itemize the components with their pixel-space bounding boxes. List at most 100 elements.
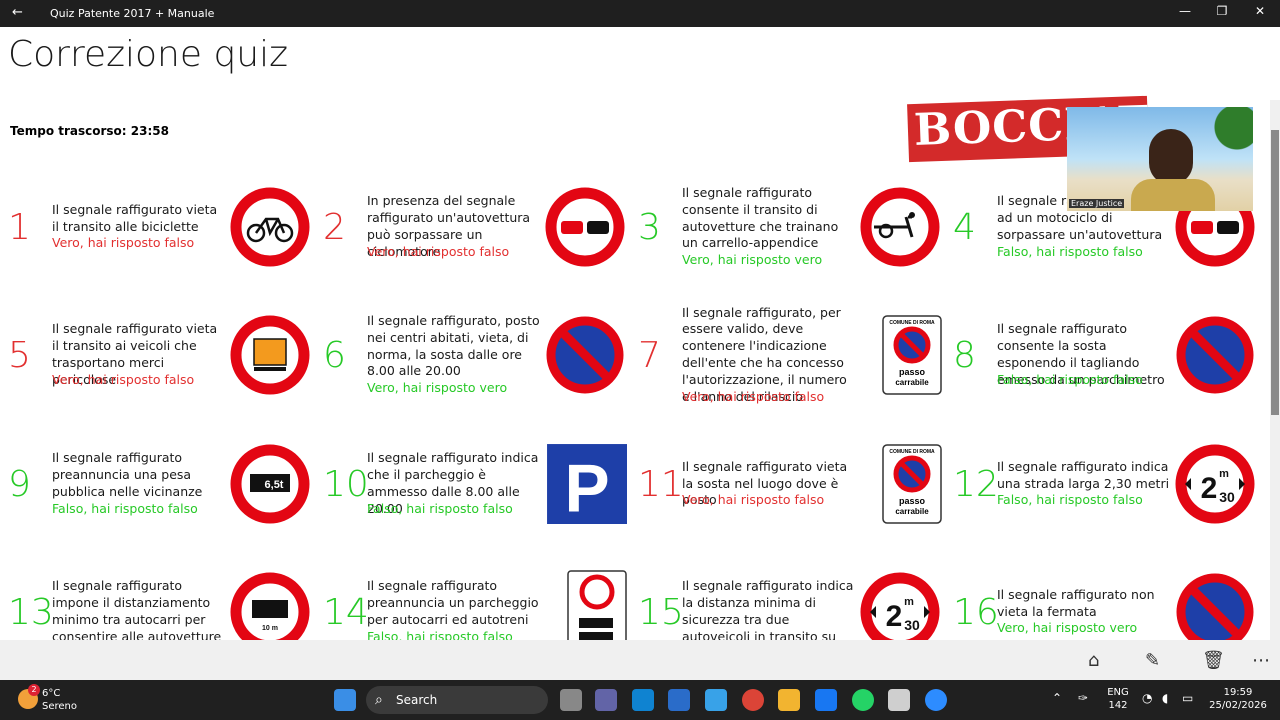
question-number: 15	[638, 592, 684, 633]
store-icon[interactable]	[668, 689, 690, 711]
sign-text: 2	[886, 600, 903, 633]
video-name-label: Eraze Justice	[1069, 199, 1125, 208]
sign-text: 30	[1219, 489, 1235, 505]
elapsed-time: Tempo trascorso: 23:58	[10, 124, 169, 138]
width-limit-sign: 2 m 30	[1175, 444, 1255, 524]
question-number: 4	[953, 207, 976, 248]
question-number: 8	[953, 335, 976, 376]
folder-icon[interactable]	[778, 689, 800, 711]
sign-text: 10 m	[262, 625, 278, 632]
battery-icon[interactable]: ▭	[1182, 692, 1193, 705]
hazard-panel	[253, 338, 287, 366]
sign-text: 30	[904, 617, 920, 633]
question-number: 1	[8, 207, 31, 248]
sign-text: 2	[1201, 472, 1218, 505]
wifi-icon[interactable]: ◔	[1142, 692, 1152, 705]
close-button[interactable]: ✕	[1245, 4, 1275, 18]
teams-icon[interactable]	[595, 689, 617, 711]
sign-text: COMUNE DI ROMA	[889, 320, 935, 326]
whatsapp-icon[interactable]	[852, 689, 874, 711]
no-dangerous-goods-sign	[230, 315, 310, 395]
scrollbar-thumb[interactable]	[1271, 130, 1279, 415]
elapsed-label: Tempo trascorso:	[10, 124, 127, 138]
question-result: Vero, hai risposto falso	[682, 388, 825, 404]
facebook-icon[interactable]	[815, 689, 837, 711]
sign-text: COMUNE DI ROMA	[889, 449, 935, 455]
question-number: 11	[638, 464, 684, 505]
weather-widget[interactable]: 6°C Sereno	[42, 687, 77, 713]
sign-text: m	[1219, 468, 1229, 480]
person-figure	[909, 212, 915, 218]
pen-icon[interactable]: ✑	[1078, 692, 1088, 705]
clock[interactable]: 19:59 25/02/2026	[1208, 686, 1268, 712]
quiz-app-icon[interactable]	[888, 689, 910, 711]
truck-shape	[252, 600, 288, 618]
date: 25/02/2026	[1209, 700, 1267, 711]
maximize-button[interactable]: ❐	[1207, 4, 1237, 18]
start-icon[interactable]	[334, 689, 356, 711]
question-text: Il segnale raffigurato preannuncia una p…	[52, 450, 203, 499]
chevron-up-icon[interactable]: ⌃	[1052, 692, 1062, 705]
weather-text: Sereno	[42, 701, 77, 712]
person-body	[1131, 179, 1215, 211]
question-result: Falso, hai risposto falso	[997, 492, 1143, 508]
volume-icon[interactable]: ◖	[1162, 692, 1168, 705]
elapsed-value: 23:58	[130, 124, 169, 138]
question-text: Il segnale raffigurato, posto nei centri…	[367, 313, 540, 379]
edit-icon[interactable]: ✎	[1145, 650, 1160, 671]
question-number: 12	[953, 464, 999, 505]
question-number: 2	[323, 207, 346, 248]
parking-sign: P	[545, 442, 627, 524]
car-black	[587, 221, 609, 234]
trash-icon[interactable]: 🗑	[1202, 650, 1225, 671]
question-result: Vero, hai risposto vero	[997, 620, 1138, 636]
question-text: Il segnale raffigurato consente il trans…	[682, 185, 839, 251]
chrome-icon[interactable]	[742, 689, 764, 711]
sign-text: carrabile	[895, 378, 929, 387]
app-icon[interactable]	[705, 689, 727, 711]
car-black	[1217, 221, 1239, 234]
title-bar: ← Quiz Patente 2017 + Manuale — ❐ ✕	[0, 0, 1280, 27]
question-result: Vero, hai risposto falso	[52, 371, 195, 387]
truck-shape	[579, 632, 613, 640]
question-result: Vero, hai risposto falso	[52, 235, 195, 251]
command-bar: ⌂ ✎ 🗑 ⋯	[0, 640, 1280, 680]
question-number: 14	[323, 592, 369, 633]
app-title: Quiz Patente 2017 + Manuale	[50, 7, 215, 20]
sign-text: 6,5t	[265, 479, 284, 491]
video-overlay: Eraze Justice	[1067, 107, 1253, 211]
truck-parking-sign	[567, 570, 627, 640]
search-label: Search	[396, 693, 438, 707]
question-text: Il segnale raffigurato non vieta la ferm…	[997, 586, 1155, 619]
no-bicycles-sign	[230, 187, 310, 267]
scrollbar[interactable]	[1270, 100, 1280, 640]
question-result: Vero, hai risposto falso	[682, 492, 825, 508]
question-result: Falso, hai risposto falso	[367, 500, 513, 516]
taskbar-search[interactable]: ⌕ Search	[366, 686, 548, 714]
sign-text: passo	[899, 496, 926, 506]
back-button[interactable]: ←	[12, 5, 23, 20]
question-result: Vero, hai risposto falso	[367, 243, 510, 259]
taskbar: 2 6°C Sereno ⌕ Search ⌃ ✑ ENG 142 ◔ ◖ ▭ 19:…	[0, 680, 1280, 720]
time: 19:59	[1223, 687, 1253, 698]
edge-icon[interactable]	[632, 689, 654, 711]
question-text: Il segnale raffigurato preannuncia un pa…	[367, 578, 539, 627]
more-icon[interactable]: ⋯	[1252, 650, 1270, 671]
question-number: 10	[323, 464, 369, 505]
question-number: 13	[8, 592, 54, 633]
zoom-icon[interactable]	[925, 689, 947, 711]
question-number: 3	[638, 207, 661, 248]
language-indicator[interactable]: ENG 142	[1104, 686, 1132, 712]
question-result: Falso, hai risposto falso	[52, 500, 198, 516]
question-text: Il segnale raffigurato vieta il transito…	[52, 201, 218, 234]
no-parking-sign	[546, 316, 624, 394]
minimize-button[interactable]: —	[1170, 4, 1200, 18]
question-result: Vero, hai risposto vero	[367, 380, 508, 396]
question-result: Falso, hai risposto falso	[997, 371, 1143, 387]
task-view-icon[interactable]	[560, 689, 582, 711]
no-handcarts-sign	[860, 187, 940, 267]
car-red	[561, 221, 583, 234]
home-icon[interactable]: ⌂	[1088, 650, 1099, 671]
sign-text: P	[564, 452, 609, 524]
weight-limit-sign: 6,5t	[230, 444, 310, 524]
